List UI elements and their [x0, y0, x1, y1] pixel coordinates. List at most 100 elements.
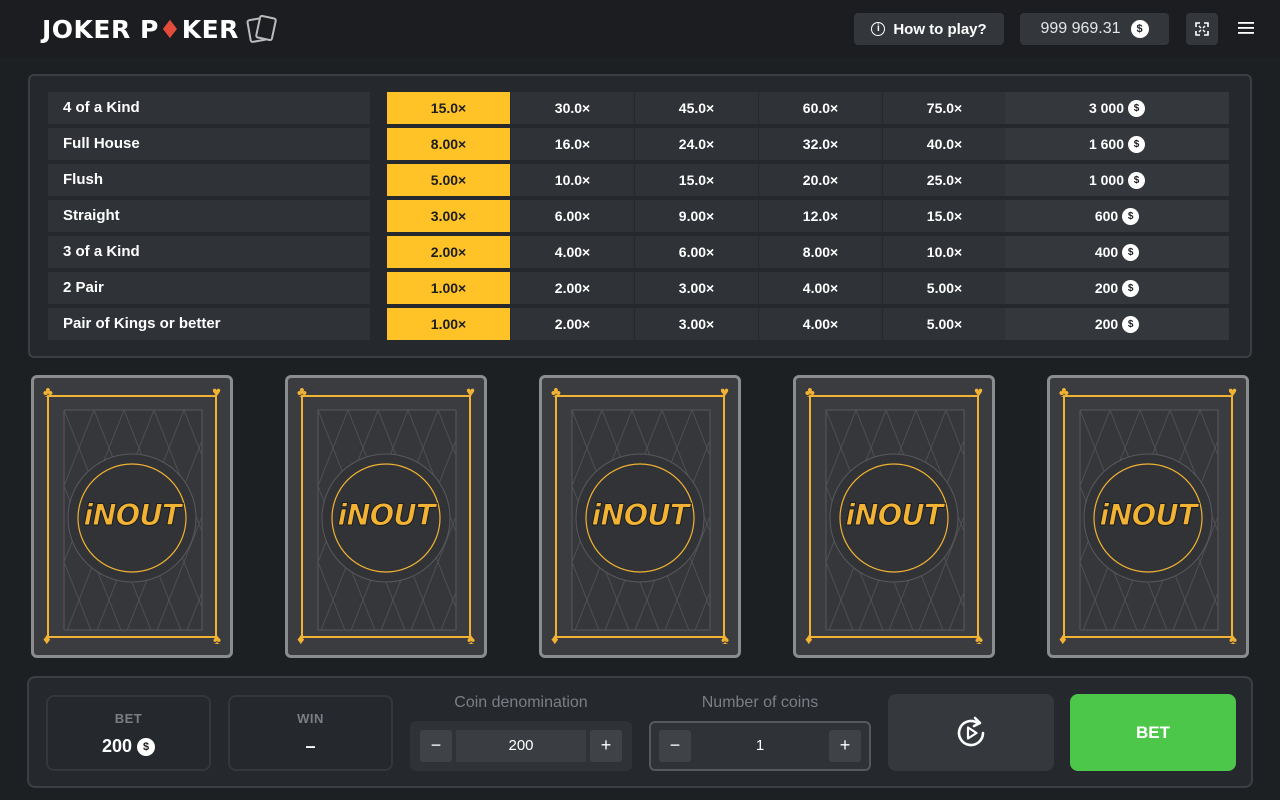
card-back[interactable]: iNOUT ♣ ♥ ♦ ♠	[285, 375, 487, 658]
coin-icon: $	[1122, 315, 1140, 333]
number-of-coins-increase-button[interactable]: +	[829, 730, 861, 762]
payout-win-cell: 600 $	[1005, 200, 1229, 232]
club-icon: ♣	[1059, 384, 1069, 401]
menu-button[interactable]	[1232, 14, 1260, 42]
coin-denomination-stepper: − 200 +	[410, 721, 632, 771]
payout-multiplier-cell: 5.00×	[883, 308, 1006, 340]
inout-logo-part-2: OUT	[369, 498, 436, 533]
coin-denomination-label: Coin denomination	[454, 694, 588, 711]
card-back[interactable]: iNOUT ♣ ♥ ♦ ♠	[1047, 375, 1249, 658]
card-back[interactable]: iNOUT ♣ ♥ ♦ ♠	[31, 375, 233, 658]
paytable-row: 3 of a Kind 2.00× 4.00× 6.00× 8.00× 10.0× 400 $	[48, 236, 1232, 268]
payout-multiplier-cell: 40.0×	[883, 128, 1006, 160]
payout-multiplier-cell: 1.00×	[387, 272, 510, 304]
club-icon: ♣	[43, 384, 53, 401]
hand-name: 2 Pair	[48, 272, 370, 304]
bet-button[interactable]: BET	[1070, 694, 1236, 771]
number-of-coins-value[interactable]: 1	[695, 730, 825, 762]
coin-icon: $	[1122, 243, 1140, 261]
coin-denomination-decrease-button[interactable]: −	[420, 730, 452, 762]
heart-icon: ♥	[1228, 384, 1237, 401]
hand-name: 3 of a Kind	[48, 236, 370, 268]
spade-icon: ♠	[1229, 631, 1237, 648]
card-back[interactable]: iNOUT ♣ ♥ ♦ ♠	[539, 375, 741, 658]
balance-display: 999 969.31 $	[1020, 13, 1169, 45]
bet-value: 200	[101, 736, 133, 756]
payout-win-cell: 3 000 $	[1005, 92, 1229, 124]
win-value-row: –	[230, 736, 391, 757]
payout-multiplier-cell: 9.00×	[635, 200, 758, 232]
payout-multiplier-cell: 6.00×	[511, 200, 634, 232]
spade-icon: ♠	[467, 631, 475, 648]
paytable-row: Pair of Kings or better 1.00× 2.00× 3.00× 4.…	[48, 308, 1232, 340]
inout-logo-part-1: iN	[845, 498, 879, 533]
logo: JOKER P♦KER	[42, 14, 281, 44]
heart-icon: ♥	[212, 384, 221, 401]
info-icon: i	[871, 22, 886, 36]
hand-name: Pair of Kings or better	[48, 308, 370, 340]
payout-multiplier-cell: 8.00×	[387, 128, 510, 160]
club-icon: ♣	[551, 384, 561, 401]
number-of-coins-decrease-button[interactable]: −	[659, 730, 691, 762]
payout-win-cell: 1 600 $	[1005, 128, 1229, 160]
payout-win-cell: 200 $	[1005, 308, 1229, 340]
hand-name: 4 of a Kind	[48, 92, 370, 124]
logo-diamond-icon: ♦	[158, 14, 182, 44]
inout-logo-part-1: iN	[591, 498, 625, 533]
heart-icon: ♥	[466, 384, 475, 401]
coin-denomination-value[interactable]: 200	[456, 730, 586, 762]
coin-icon: $	[1128, 171, 1146, 189]
payout-multiplier-cell: 15.0×	[883, 200, 1006, 232]
payout-multiplier-cell: 15.0×	[387, 92, 510, 124]
how-to-play-label: How to play?	[893, 20, 987, 38]
payout-multiplier-cell: 24.0×	[635, 128, 758, 160]
heart-icon: ♥	[720, 384, 729, 401]
payout-multiplier-cell: 20.0×	[759, 164, 882, 196]
coin-icon: $	[1128, 99, 1146, 117]
spade-icon: ♠	[975, 631, 983, 648]
paytable-row: Full House 8.00× 16.0× 24.0× 32.0× 40.0× 1 600…	[48, 128, 1232, 160]
hand-name: Full House	[48, 128, 370, 160]
coin-denomination-increase-button[interactable]: +	[590, 730, 622, 762]
payout-multiplier-cell: 30.0×	[511, 92, 634, 124]
diamond-icon: ♦	[805, 631, 813, 648]
payout-multiplier-cell: 75.0×	[883, 92, 1006, 124]
spade-icon: ♠	[721, 631, 729, 648]
inout-logo-part-1: iN	[1099, 498, 1133, 533]
payout-multiplier-cell: 25.0×	[883, 164, 1006, 196]
payout-multiplier-cell: 5.00×	[883, 272, 1006, 304]
payout-multiplier-cell: 1.00×	[387, 308, 510, 340]
how-to-play-button[interactable]: i How to play?	[854, 13, 1004, 45]
fullscreen-button[interactable]	[1186, 13, 1218, 45]
inout-logo-part-2: OUT	[1131, 498, 1198, 533]
payout-multiplier-cell: 15.0×	[635, 164, 758, 196]
payout-multiplier-cell: 6.00×	[635, 236, 758, 268]
number-of-coins-stepper: − 1 +	[649, 721, 871, 771]
payout-multiplier-cell: 16.0×	[511, 128, 634, 160]
payout-win-cell: 400 $	[1005, 236, 1229, 268]
bet-label: BET	[114, 711, 143, 726]
paytable-row: 4 of a Kind 15.0× 30.0× 45.0× 60.0× 75.0× 3 00…	[48, 92, 1232, 124]
autoplay-button[interactable]	[888, 694, 1054, 771]
payout-win-value: 600	[1094, 208, 1119, 224]
diamond-icon: ♦	[1059, 631, 1067, 648]
payout-win-value: 3 000	[1088, 100, 1125, 116]
win-value: –	[305, 736, 316, 756]
payout-win-value: 200	[1094, 316, 1119, 332]
autoplay-icon	[957, 716, 985, 746]
payout-win-cell: 200 $	[1005, 272, 1229, 304]
paytable-row: Straight 3.00× 6.00× 9.00× 12.0× 15.0× 600 $	[48, 200, 1232, 232]
payout-win-value: 400	[1094, 244, 1119, 260]
payout-multiplier-cell: 2.00×	[511, 308, 634, 340]
win-label: WIN	[297, 711, 324, 726]
paytable-row: Flush 5.00× 10.0× 15.0× 20.0× 25.0× 1 000 $	[48, 164, 1232, 196]
inout-logo-part-1: iN	[337, 498, 371, 533]
card-back[interactable]: iNOUT ♣ ♥ ♦ ♠	[793, 375, 995, 658]
paytable-row: 2 Pair 1.00× 2.00× 3.00× 4.00× 5.00× 200 $	[48, 272, 1232, 304]
logo-text: JOKER P♦KER	[42, 15, 239, 44]
payout-multiplier-cell: 32.0×	[759, 128, 882, 160]
diamond-icon: ♦	[297, 631, 305, 648]
coin-icon: $	[1130, 20, 1149, 38]
bet-value-row: 200 $	[48, 736, 209, 757]
logo-text-part-2: KER	[181, 14, 239, 44]
